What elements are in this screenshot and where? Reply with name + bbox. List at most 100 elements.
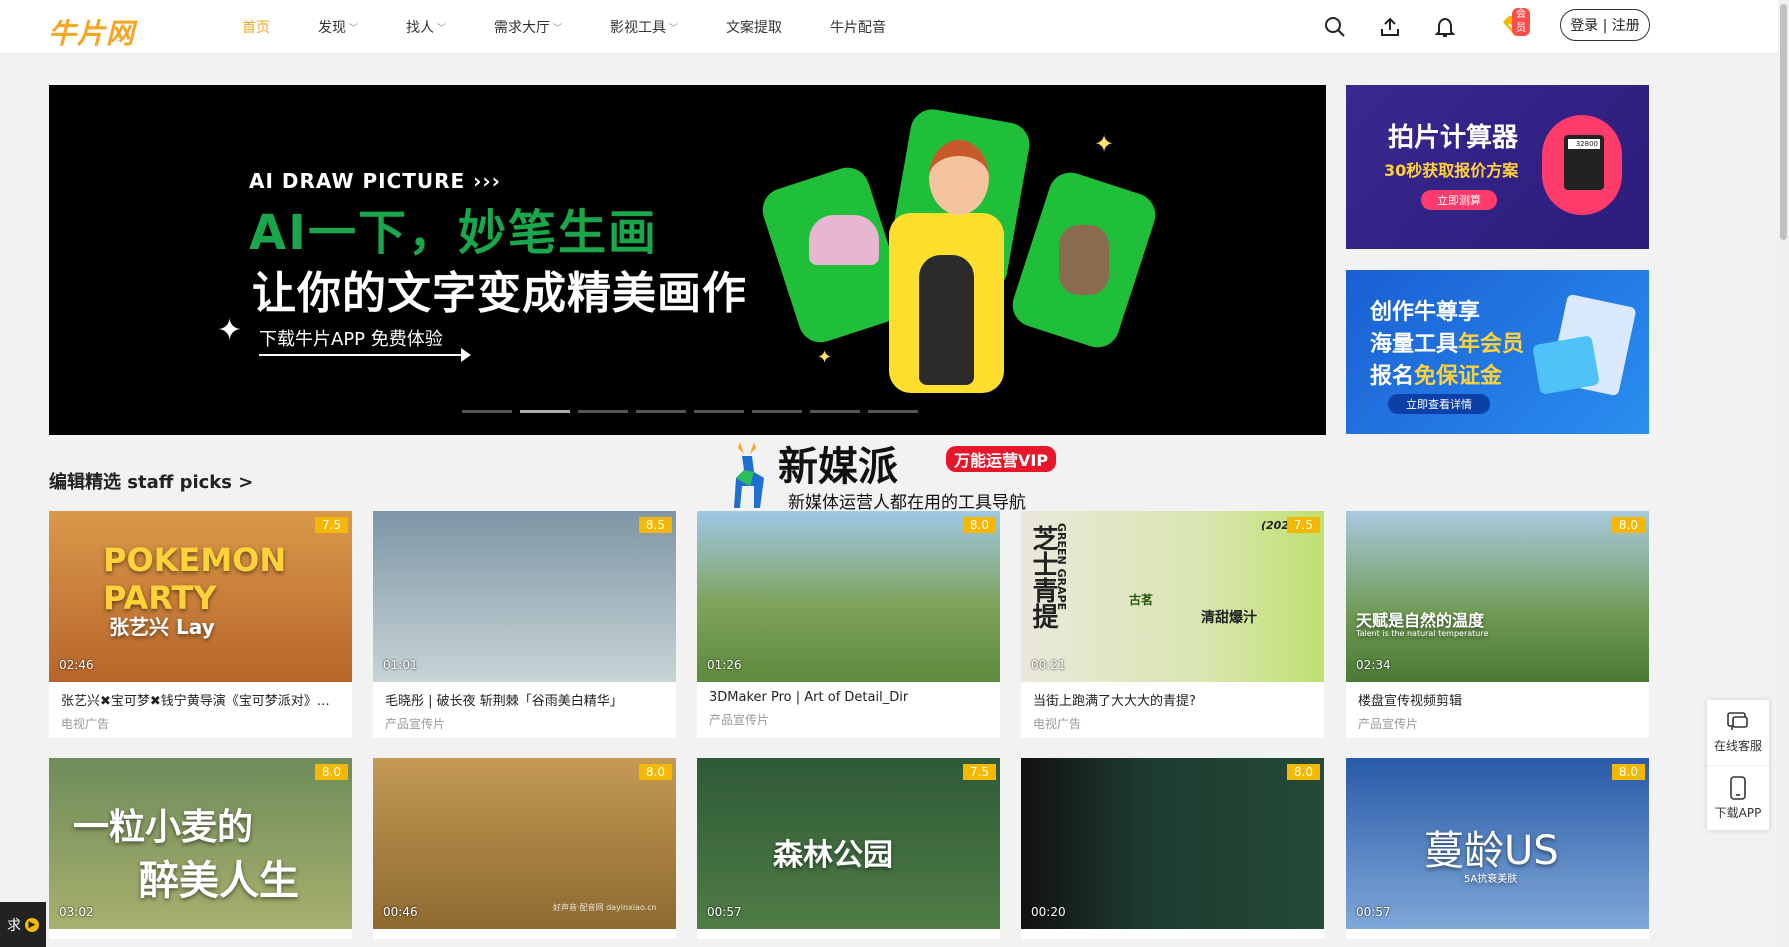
page-scrollbar[interactable] xyxy=(1778,0,1789,947)
score-badge: 8.0 xyxy=(1611,764,1645,780)
carousel-dot[interactable] xyxy=(636,410,686,413)
vip-diamond-icon[interactable]: 会员 xyxy=(1500,8,1530,40)
online-service-button[interactable]: 在线客服 xyxy=(1707,700,1769,765)
video-thumbnail[interactable]: 天赋是自然的温度 Talent is the natural temperatur… xyxy=(1346,511,1649,682)
sparkle-icon: ✦ xyxy=(1094,130,1115,158)
nav-label: 影视工具 xyxy=(610,20,667,36)
video-card[interactable]: 一粒小麦的醉美人生 8.0 03:02 磁性温情广告配音#一粒麦子，如何经制酒酿的巧 xyxy=(49,758,352,939)
video-title[interactable]: GUCCI X Nini新年 | 抖音CNY xyxy=(1021,929,1324,939)
video-card[interactable]: 8.5 01:01 毛晓彤 | 破长夜 斩荆棘「谷雨美白精华」产品宣传片 xyxy=(373,511,676,738)
promo-name: 新媒派 xyxy=(778,444,898,490)
video-title[interactable]: 毛晓彤 | 破长夜 斩荆棘「谷雨美白精华」 xyxy=(373,682,676,709)
carousel-dot[interactable] xyxy=(462,410,512,413)
video-card[interactable]: POKEMON PARTY 张艺兴 Lay 7.5 02:46 张艺兴✖宝可梦✖钱宁黄导… xyxy=(49,511,352,738)
scrollbar-thumb[interactable] xyxy=(1780,4,1787,240)
nav-label: 首页 xyxy=(242,20,270,36)
nav-item[interactable]: 发现 ﹀ xyxy=(318,17,358,37)
download-app-button[interactable]: 下载APP xyxy=(1707,765,1769,830)
video-title[interactable]: 3DMaker Pro | Art of Detail_Dir xyxy=(697,682,1000,705)
thumbnail-caption: 蔓龄US xyxy=(1424,828,1559,874)
banner-cta[interactable]: 下载牛片APP 免费体验 xyxy=(259,325,443,351)
video-title[interactable]: 楼盘宣传视频剪辑 xyxy=(1346,682,1649,709)
bottom-left-tab[interactable]: 求 ▶ xyxy=(0,902,46,947)
section-title[interactable]: 编辑精选 staff picks > xyxy=(49,468,253,494)
search-icon[interactable] xyxy=(1322,14,1348,40)
score-badge: 7.5 xyxy=(1286,517,1320,533)
bell-icon[interactable] xyxy=(1432,14,1458,40)
promo-overlay[interactable]: 新媒派 万能运营VIP 新媒体运营人都在用的工具导航 xyxy=(716,434,1076,513)
video-card[interactable]: 好声音·配音网 dayinxiao.cn 8.0 00:46 磁性温情广告配音#一粒麦… xyxy=(373,758,676,939)
video-thumbnail[interactable]: POKEMON PARTY 张艺兴 Lay 7.5 02:46 xyxy=(49,511,352,682)
nav-item[interactable]: 牛片配音 xyxy=(830,17,886,37)
video-category: 产品宣传片 xyxy=(709,713,770,727)
video-thumbnail[interactable]: 蔓龄US 5A抗衰美肤 8.0 00:57 xyxy=(1346,758,1649,929)
video-card[interactable]: 天赋是自然的温度 Talent is the natural temperatur… xyxy=(1346,511,1649,738)
nav-label: 文案提取 xyxy=(726,20,783,36)
duration-label: 01:01 xyxy=(383,658,418,672)
carousel-dot[interactable] xyxy=(752,410,802,413)
video-card[interactable]: 8.0 00:20 GUCCI X Nini新年 | 抖音CNY xyxy=(1021,758,1324,939)
video-card[interactable]: 蔓龄US5A抗衰美肤 8.0 00:57 蔓龄US-EA科技美肤 xyxy=(1346,758,1649,939)
thumbnail-caption: 天赋是自然的温度 xyxy=(1356,611,1485,630)
video-thumbnail[interactable]: 好声音·配音网 dayinxiao.cn 8.0 00:46 xyxy=(373,758,676,929)
nav-item[interactable]: 需求大厅 ﹀ xyxy=(494,17,562,37)
score-badge: 8.0 xyxy=(314,764,348,780)
nav-item[interactable]: 文案提取 xyxy=(726,17,782,37)
thumbnail-subcaption: 5A抗衰美肤 xyxy=(1464,874,1518,885)
character-illustration xyxy=(919,255,974,385)
thumbnail-caption: 森林公园 xyxy=(773,838,893,873)
site-logo[interactable]: 牛片网 xyxy=(48,12,135,52)
girl-face-illustration xyxy=(929,140,989,215)
score-badge: 7.5 xyxy=(314,517,348,533)
calculator-screen: 32800 xyxy=(1568,139,1600,149)
carousel-dot[interactable] xyxy=(520,410,570,413)
sparkle-icon: ✦ xyxy=(817,347,833,368)
service-label: 在线客服 xyxy=(1713,739,1762,753)
login-register-button[interactable]: 登录 | 注册 xyxy=(1560,9,1650,41)
banner-kicker: AI DRAW PICTURE ››› xyxy=(249,169,501,193)
video-category: 产品宣传片 xyxy=(385,717,446,731)
video-thumbnail[interactable]: 8.0 01:26 xyxy=(697,511,1000,682)
carousel-dot[interactable] xyxy=(868,410,918,413)
chevron-down-icon: ﹀ xyxy=(669,23,679,34)
carousel-dot[interactable] xyxy=(578,410,628,413)
ad-line: 创作牛尊享 xyxy=(1370,300,1481,325)
chat-icon xyxy=(1727,712,1748,730)
video-title[interactable]: 城市记忆——《滁州市森林公园》 xyxy=(697,929,1000,939)
nav-item[interactable]: 找人 ﹀ xyxy=(406,17,446,37)
ad-title: 拍片计算器 xyxy=(1388,123,1519,153)
video-thumbnail[interactable]: 8.0 00:20 xyxy=(1021,758,1324,929)
video-thumbnail[interactable]: 森林公园 7.5 00:57 xyxy=(697,758,1000,929)
video-thumbnail[interactable]: 一粒小麦的 醉美人生 8.0 03:02 xyxy=(49,758,352,929)
video-thumbnail[interactable]: 芝士青提 清甜爆汁 GREEN GRAPE (2023 古茗 7.5 00:21 xyxy=(1021,511,1324,682)
calculator-icon: 32800 xyxy=(1542,115,1622,215)
banner-title: AI一下，妙笔生画 xyxy=(249,205,659,261)
ad-button[interactable]: 立即测算 xyxy=(1421,190,1497,210)
video-card[interactable]: 芝士青提 清甜爆汁 GREEN GRAPE (2023 古茗 7.5 00:21 当街上跑满了… xyxy=(1021,511,1324,738)
nav-item[interactable]: 首页 xyxy=(242,17,270,37)
hero-banner[interactable]: AI DRAW PICTURE ››› AI一下，妙笔生画 让你的文字变成精美画… xyxy=(49,85,1326,435)
video-card[interactable]: 森林公园 7.5 00:57 城市记忆——《滁州市森林公园》 xyxy=(697,758,1000,939)
video-title[interactable]: 张艺兴✖宝可梦✖钱宁黄导演《宝可梦派对》完... xyxy=(49,682,352,709)
video-title[interactable]: 磁性温情广告配音#一粒麦子，如何经制酒酿的巧 xyxy=(49,929,352,939)
thumbnail-vertical-text: GREEN GRAPE xyxy=(1055,523,1068,611)
ad-subtitle: 30秒获取报价方案 xyxy=(1384,161,1519,180)
thumbnail-watermark: 好声音·配音网 dayinxiao.cn xyxy=(553,903,657,912)
creator-membership-ad[interactable]: 创作牛尊享 海量工具年会员 报名免保证金 立即查看详情 xyxy=(1346,270,1649,434)
thumbnail-cup-label: 古茗 xyxy=(1129,593,1154,607)
thumbnail-subcaption: 张艺兴 Lay xyxy=(109,615,215,639)
nav-item[interactable]: 影视工具 ﹀ xyxy=(610,17,678,37)
carousel-dot[interactable] xyxy=(810,410,860,413)
video-card[interactable]: 8.0 01:26 3DMaker Pro | Art of Detail_Dir 产… xyxy=(697,511,1000,738)
quote-calculator-ad[interactable]: 拍片计算器 30秒获取报价方案 立即测算 32800 xyxy=(1346,85,1649,249)
arrow-right-icon xyxy=(461,348,471,362)
ad-button[interactable]: 立即查看详情 xyxy=(1388,394,1490,414)
upload-icon[interactable] xyxy=(1377,14,1403,40)
video-thumbnail[interactable]: 8.5 01:01 xyxy=(373,511,676,682)
score-badge: 8.5 xyxy=(638,517,672,533)
carousel-dot[interactable] xyxy=(694,410,744,413)
video-title[interactable]: 蔓龄US-EA科技美肤 xyxy=(1346,929,1649,939)
thumbnail-caption: 一粒小麦的 xyxy=(73,807,254,848)
video-title[interactable]: 磁性温情广告配音#一粒麦子，如何经制酒酿的巧 xyxy=(373,929,676,939)
video-title[interactable]: 当街上跑满了大大大的青提? xyxy=(1021,682,1324,709)
